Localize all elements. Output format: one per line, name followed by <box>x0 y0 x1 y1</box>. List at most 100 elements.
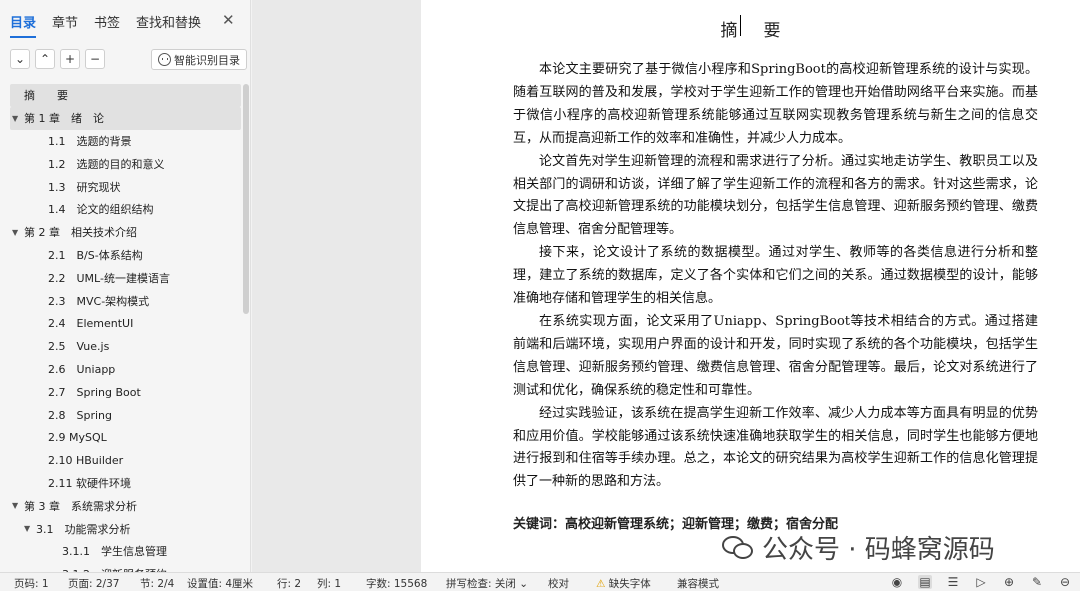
toc-item[interactable]: 摘 要 <box>10 84 241 107</box>
toc-item[interactable]: 1.4 论文的组织结构 <box>10 198 241 221</box>
smart-toc-button[interactable]: 智能识别目录 <box>151 49 247 70</box>
collapse-down-button[interactable]: ⌄ <box>10 49 30 69</box>
toc-item-label: 3.1 功能需求分析 <box>36 522 131 536</box>
status-missing-font[interactable]: ⚠ 缺失字体 <box>596 576 651 591</box>
toc-item-label: 2.10 HBuilder <box>48 453 124 467</box>
toc-item-label: 2.6 Uniapp <box>48 362 116 376</box>
toc-item[interactable]: ▼ 第 1 章 绪 论 <box>10 106 241 130</box>
toc-item-label: 2.2 UML-统一建模语言 <box>48 271 170 285</box>
toc-item[interactable]: 1.2 选题的目的和意义 <box>10 152 241 175</box>
toc-item-label: 3.1.1 学生信息管理 <box>62 545 167 559</box>
toc-item-label: 2.1 B/S-体系结构 <box>48 248 143 262</box>
status-page[interactable]: 页面: 2/37 <box>68 576 119 591</box>
outline-view-icon[interactable]: ☰ <box>946 575 960 589</box>
warning-icon: ⚠ <box>596 578 606 590</box>
status-setting[interactable]: 设置值: 4厘米 <box>187 576 253 591</box>
smart-toc-label: 智能识别目录 <box>174 53 240 67</box>
toc-item[interactable]: 2.5 Vue.js <box>10 335 241 358</box>
expand-arrow-icon[interactable]: ▼ <box>24 524 34 533</box>
navigation-sidebar: 目录 章节 书签 查找和替换 ✕ ⌄ ⌃ + − 智能识别目录 摘 要 ▼ 第 1 … <box>0 0 251 581</box>
toc-item-label: 1.3 研究现状 <box>48 180 121 194</box>
watermark-text: 公众号 · 码蜂窝源码 <box>762 535 995 565</box>
toc-item-label: 第 1 章 绪 论 <box>24 112 104 126</box>
toc-item-label: 1.4 论文的组织结构 <box>48 203 154 217</box>
page-view-icon[interactable]: ▤ <box>918 575 932 589</box>
paragraph: 本论文主要研究了基于微信小程序和SpringBoot的高校迎新管理系统的设计与实… <box>513 62 1038 146</box>
expand-arrow-icon[interactable]: ▼ <box>12 501 22 510</box>
ai-robot-icon <box>158 53 171 66</box>
toc-item-label: 2.4 ElementUI <box>48 317 134 331</box>
toc-item[interactable]: 2.8 Spring <box>10 403 241 426</box>
status-page-number[interactable]: 页码: 1 <box>14 576 49 591</box>
toc-item-label: 第 2 章 相关技术介绍 <box>24 226 137 240</box>
toc-item-label: 2.11 软硬件环境 <box>48 476 131 490</box>
toc-item[interactable]: 2.3 MVC-架构模式 <box>10 289 241 312</box>
status-proofread[interactable]: 校对 <box>548 576 569 591</box>
toc-item-label: 1.1 选题的背景 <box>48 134 132 148</box>
status-compat-mode[interactable]: 兼容模式 <box>677 576 719 591</box>
paragraph: 在系统实现方面，论文采用了Uniapp、SpringBoot等技术相结合的方式。… <box>513 313 1038 398</box>
collapse-up-button[interactable]: ⌃ <box>35 49 55 69</box>
expand-arrow-icon[interactable]: ▼ <box>12 114 22 123</box>
toc-item[interactable]: 1.3 研究现状 <box>10 175 241 198</box>
globe-icon[interactable]: ⊕ <box>1002 575 1016 589</box>
sidebar-tabs: 目录 章节 书签 查找和替换 <box>10 12 217 38</box>
status-section[interactable]: 节: 2/4 <box>140 576 174 591</box>
toc-item[interactable]: 2.1 B/S-体系结构 <box>10 244 241 267</box>
zoom-icon[interactable]: ⊖ <box>1058 575 1072 589</box>
sidebar-scrollbar[interactable] <box>243 84 249 314</box>
toc-item[interactable]: 3.1.1 学生信息管理 <box>10 540 241 563</box>
paragraph: 论文首先对学生迎新管理的流程和需求进行了分析。通过实地走访学生、教职员工以及相关… <box>513 153 1038 238</box>
toc-item[interactable]: 2.11 软硬件环境 <box>10 472 241 495</box>
toc-item-label: 第 3 章 系统需求分析 <box>24 499 137 513</box>
expand-arrow-icon[interactable]: ▼ <box>12 228 22 237</box>
tab-find-replace[interactable]: 查找和替换 <box>136 12 201 38</box>
eye-icon[interactable]: ◉ <box>890 575 904 589</box>
toc-item[interactable]: 2.7 Spring Boot <box>10 380 241 403</box>
abstract-body: 本论文主要研究了基于微信小程序和SpringBoot的高校迎新管理系统的设计与实… <box>513 59 1038 494</box>
toc-item[interactable]: 2.4 ElementUI <box>10 312 241 335</box>
toc-item[interactable]: 2.6 Uniapp <box>10 358 241 381</box>
document-area: ⠿ 摘要 本论文主要研究了基于微信小程序和SpringBoot的高校迎新管理系统… <box>252 0 1080 572</box>
toc-list: 摘 要 ▼ 第 1 章 绪 论 1.1 选题的背景 1.2 选题的目的和意义 1.3 研究… <box>10 84 241 586</box>
toc-item[interactable]: ▼ 第 2 章 相关技术介绍 <box>10 221 241 244</box>
toc-item[interactable]: ▼ 第 3 章 系统需求分析 <box>10 494 241 517</box>
toc-item[interactable]: 2.10 HBuilder <box>10 449 241 472</box>
toc-item-label: 2.9 MySQL <box>48 430 107 444</box>
chevron-up-icon: ⌃ <box>39 52 51 66</box>
toc-item-label: 1.2 选题的目的和意义 <box>48 157 165 171</box>
tab-bookmarks[interactable]: 书签 <box>94 12 120 38</box>
minus-icon: − <box>89 52 101 66</box>
toc-item-label: 2.8 Spring <box>48 408 112 422</box>
add-level-button[interactable]: + <box>60 49 80 69</box>
view-mode-icons: ◉ ▤ ☰ ▷ ⊕ ✎ ⊖ <box>890 575 1072 589</box>
toc-item-label: 2.5 Vue.js <box>48 340 110 354</box>
plus-icon: + <box>64 52 76 66</box>
missing-font-label: 缺失字体 <box>608 578 651 590</box>
tab-toc[interactable]: 目录 <box>10 12 37 38</box>
status-col[interactable]: 列: 1 <box>317 576 341 591</box>
toc-item[interactable]: 1.1 选题的背景 <box>10 130 241 153</box>
toc-item-label: 2.7 Spring Boot <box>48 385 141 399</box>
toc-item-label: 摘 要 <box>24 89 68 103</box>
toc-item[interactable]: 2.9 MySQL <box>10 426 241 449</box>
status-word-count[interactable]: 字数: 15568 <box>366 576 427 591</box>
toc-item[interactable]: 2.2 UML-统一建模语言 <box>10 266 241 289</box>
page-title: 摘要 <box>720 21 807 41</box>
status-spellcheck[interactable]: 拼写检查: 关闭 ⌄ <box>446 576 528 591</box>
document-page[interactable]: 摘要 本论文主要研究了基于微信小程序和SpringBoot的高校迎新管理系统的设… <box>421 0 1080 572</box>
remove-level-button[interactable]: − <box>85 49 105 69</box>
paragraph: 接下来，论文设计了系统的数据模型。通过对学生、教师等的各类信息进行分析和整理，建… <box>513 245 1038 307</box>
pen-icon[interactable]: ✎ <box>1030 575 1044 589</box>
close-icon[interactable]: ✕ <box>222 11 235 29</box>
watermark: 公众号 · 码蜂窝源码 <box>722 529 995 566</box>
toc-item[interactable]: ▼ 3.1 功能需求分析 <box>10 517 241 540</box>
wechat-icon <box>722 534 756 562</box>
toc-item-label: 2.3 MVC-架构模式 <box>48 294 150 308</box>
status-bar: 页码: 1 页面: 2/37 节: 2/4 设置值: 4厘米 行: 2 列: 1… <box>0 572 1080 591</box>
status-row[interactable]: 行: 2 <box>277 576 301 591</box>
paragraph: 经过实践验证，该系统在提高学生迎新工作效率、减少人力成本等方面具有明显的优势和应… <box>513 405 1038 490</box>
play-icon[interactable]: ▷ <box>974 575 988 589</box>
tab-chapters[interactable]: 章节 <box>52 12 78 38</box>
toc-toolbar: ⌄ ⌃ + − <box>10 49 105 69</box>
